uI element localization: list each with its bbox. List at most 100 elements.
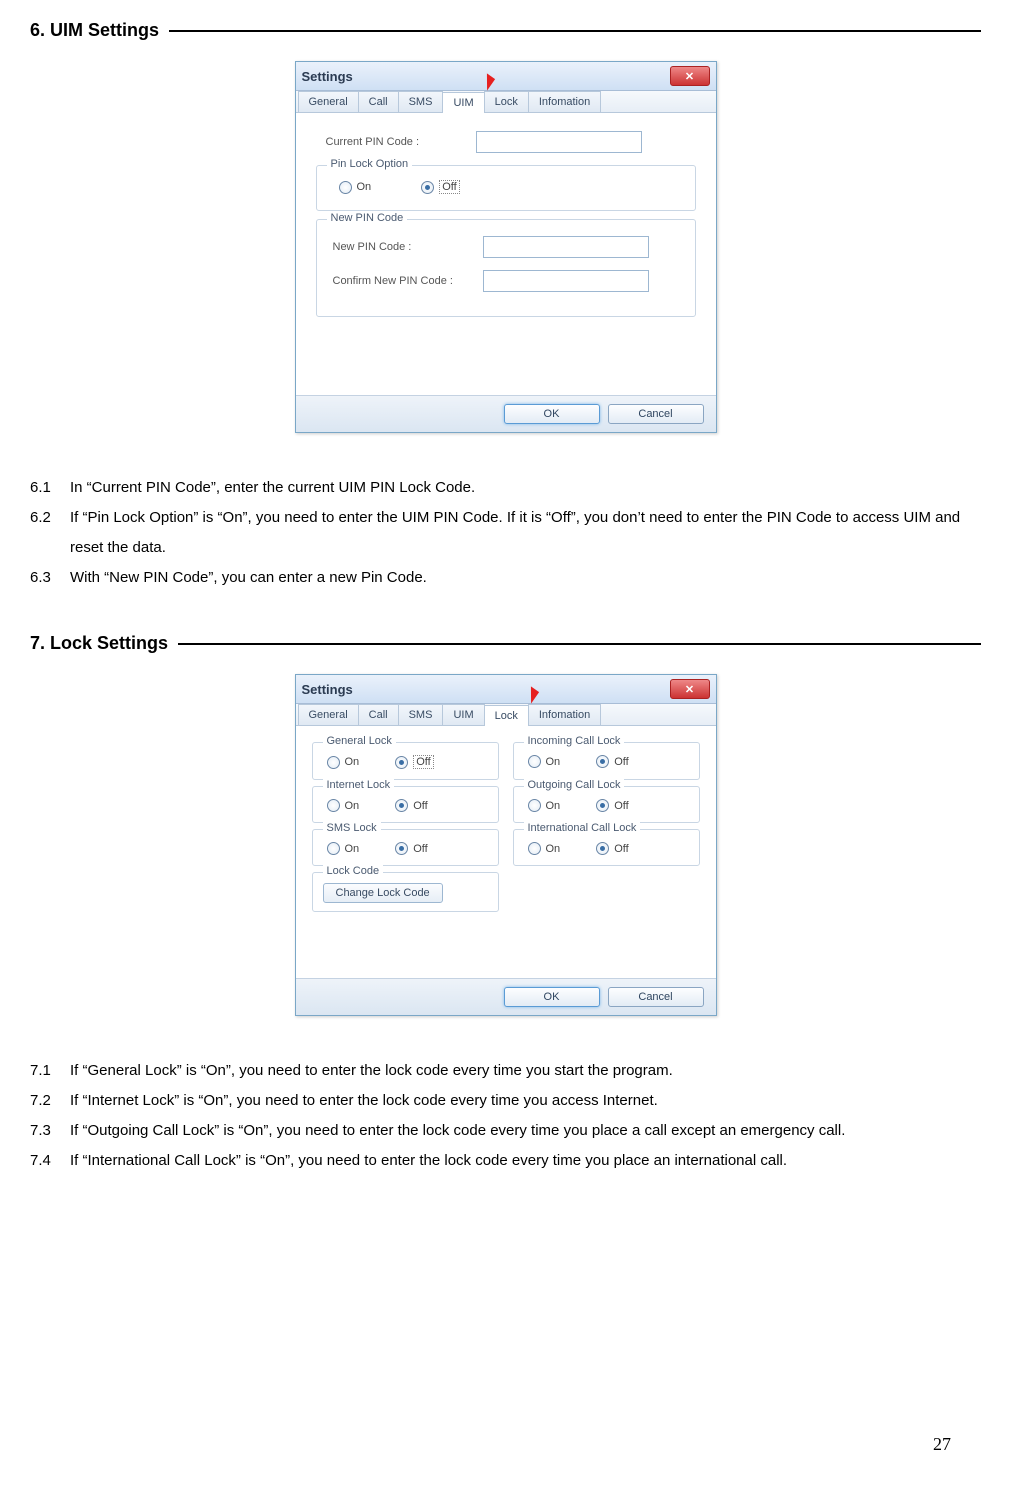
tab-uim[interactable]: UIM	[442, 92, 484, 113]
confirm-pin-row: Confirm New PIN Code :	[333, 270, 683, 292]
item-6-3: 6.3 With “New PIN Code”, you can enter a…	[30, 563, 981, 593]
section-6-title: 6. UIM Settings	[30, 20, 159, 41]
sms-lock-on[interactable]: On	[327, 842, 360, 855]
item-text: With “New PIN Code”, you can enter a new…	[70, 563, 981, 593]
heading-rule	[169, 30, 981, 32]
uim-settings-dialog: Settings ✕ General Call SMS UIM Lock Inf…	[295, 61, 717, 433]
internet-lock-off[interactable]: Off	[395, 799, 427, 812]
pin-lock-group-title: Pin Lock Option	[327, 158, 413, 170]
item-7-1: 7.1 If “General Lock” is “On”, you need …	[30, 1056, 981, 1086]
intl-lock-off[interactable]: Off	[596, 842, 628, 855]
sms-lock-off[interactable]: Off	[395, 842, 427, 855]
lock-settings-dialog: Settings ✕ General Call SMS UIM Lock Inf…	[295, 674, 717, 1016]
radio-icon	[528, 755, 541, 768]
radio-selected-icon	[596, 755, 609, 768]
section-7-list: 7.1 If “General Lock” is “On”, you need …	[30, 1056, 981, 1176]
close-icon: ✕	[685, 70, 694, 83]
radio-icon	[327, 799, 340, 812]
off-label: Off	[614, 843, 628, 855]
radio-selected-icon	[421, 181, 434, 194]
pin-lock-on-option[interactable]: On	[339, 181, 372, 194]
outgoing-lock-off[interactable]: Off	[596, 799, 628, 812]
pin-lock-option-group: Pin Lock Option On Off	[316, 165, 696, 211]
item-6-2: 6.2 If “Pin Lock Option” is “On”, you ne…	[30, 503, 981, 563]
incoming-lock-on[interactable]: On	[528, 755, 561, 768]
item-7-3: 7.3 If “Outgoing Call Lock” is “On”, you…	[30, 1116, 981, 1146]
tab-sms[interactable]: SMS	[398, 704, 444, 725]
uim-tabs: General Call SMS UIM Lock Infomation	[296, 91, 716, 113]
item-text: In “Current PIN Code”, enter the current…	[70, 473, 981, 503]
ok-button[interactable]: OK	[504, 404, 600, 424]
item-num: 7.2	[30, 1086, 70, 1116]
internet-lock-title: Internet Lock	[323, 779, 395, 791]
outgoing-lock-on[interactable]: On	[528, 799, 561, 812]
close-button[interactable]: ✕	[670, 679, 710, 699]
new-pin-row: New PIN Code :	[333, 236, 683, 258]
confirm-pin-input[interactable]	[483, 270, 649, 292]
tab-uim-label: UIM	[453, 97, 473, 109]
item-num: 7.4	[30, 1146, 70, 1176]
uim-title: Settings	[302, 69, 353, 84]
outgoing-call-lock-title: Outgoing Call Lock	[524, 779, 625, 791]
item-text: If “Pin Lock Option” is “On”, you need t…	[70, 503, 981, 563]
incoming-lock-off[interactable]: Off	[596, 755, 628, 768]
lock-titlebar: Settings ✕	[296, 675, 716, 704]
tab-call[interactable]: Call	[358, 91, 399, 112]
section-7-title: 7. Lock Settings	[30, 633, 168, 654]
section-6-list: 6.1 In “Current PIN Code”, enter the cur…	[30, 473, 981, 593]
new-pin-group: New PIN Code New PIN Code : Confirm New …	[316, 219, 696, 317]
uim-titlebar: Settings ✕	[296, 62, 716, 91]
cancel-button[interactable]: Cancel	[608, 987, 704, 1007]
new-pin-group-title: New PIN Code	[327, 212, 408, 224]
outgoing-call-lock-group: Outgoing Call Lock On Off	[513, 786, 700, 823]
tab-information[interactable]: Infomation	[528, 91, 601, 112]
cancel-button[interactable]: Cancel	[608, 404, 704, 424]
section-6-heading: 6. UIM Settings	[30, 20, 981, 41]
change-lock-code-button[interactable]: Change Lock Code	[323, 883, 443, 903]
item-text: If “Internet Lock” is “On”, you need to …	[70, 1086, 981, 1116]
on-label: On	[546, 843, 561, 855]
tab-uim[interactable]: UIM	[442, 704, 484, 725]
tab-general[interactable]: General	[298, 704, 359, 725]
pin-lock-off-option[interactable]: Off	[421, 180, 459, 194]
current-pin-input[interactable]	[476, 131, 642, 153]
on-label: On	[357, 181, 372, 193]
new-pin-label: New PIN Code :	[333, 241, 483, 253]
ok-button[interactable]: OK	[504, 987, 600, 1007]
tab-call[interactable]: Call	[358, 704, 399, 725]
off-label: Off	[413, 843, 427, 855]
heading-rule	[178, 643, 981, 645]
radio-selected-icon	[596, 799, 609, 812]
tab-general[interactable]: General	[298, 91, 359, 112]
on-label: On	[345, 843, 360, 855]
current-pin-row: Current PIN Code :	[326, 131, 702, 153]
lock-tabs: General Call SMS UIM Lock Infomation	[296, 704, 716, 726]
radio-selected-icon	[395, 842, 408, 855]
item-text: If “International Call Lock” is “On”, yo…	[70, 1146, 981, 1176]
confirm-pin-label: Confirm New PIN Code :	[333, 275, 483, 287]
item-num: 6.3	[30, 563, 70, 593]
pin-lock-radio-row: On Off	[329, 176, 683, 198]
current-pin-label: Current PIN Code :	[326, 136, 476, 148]
off-label: Off	[439, 180, 459, 194]
tab-sms[interactable]: SMS	[398, 91, 444, 112]
off-label: Off	[614, 800, 628, 812]
close-button[interactable]: ✕	[670, 66, 710, 86]
off-label: Off	[413, 800, 427, 812]
intl-lock-on[interactable]: On	[528, 842, 561, 855]
incoming-call-lock-group: Incoming Call Lock On Off	[513, 742, 700, 780]
radio-icon	[327, 842, 340, 855]
tab-lock-label: Lock	[495, 710, 518, 722]
item-num: 7.3	[30, 1116, 70, 1146]
international-call-lock-title: International Call Lock	[524, 822, 641, 834]
general-lock-title: General Lock	[323, 735, 396, 747]
new-pin-input[interactable]	[483, 236, 649, 258]
close-icon: ✕	[685, 683, 694, 696]
internet-lock-on[interactable]: On	[327, 799, 360, 812]
general-lock-group: General Lock On Off	[312, 742, 499, 780]
general-lock-on[interactable]: On	[327, 756, 360, 769]
lock-dialog-footer: OK Cancel	[296, 978, 716, 1015]
item-num: 6.2	[30, 503, 70, 563]
tab-lock[interactable]: Lock	[484, 705, 529, 726]
general-lock-off[interactable]: Off	[395, 755, 433, 769]
